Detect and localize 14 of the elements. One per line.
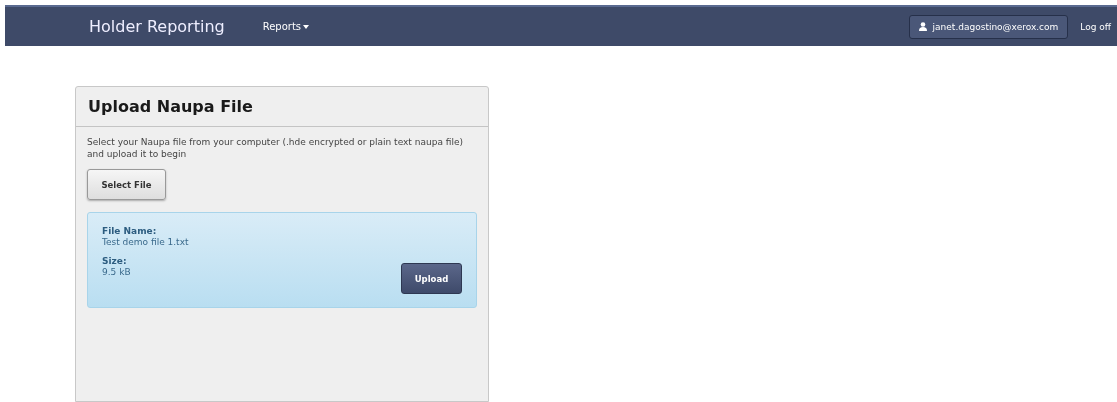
reports-menu[interactable]: Reports — [262, 21, 310, 32]
select-file-button[interactable]: Select File — [87, 169, 166, 200]
log-off-link[interactable]: Log off — [1080, 21, 1111, 32]
user-button[interactable]: janet.dagostino@xerox.com — [908, 14, 1069, 39]
file-name-value: Test demo file 1.txt — [102, 236, 190, 248]
file-name-label: File Name: — [102, 226, 158, 236]
panel-title: Upload Naupa File — [88, 97, 253, 116]
size-value: 9.5 kB — [102, 266, 132, 278]
user-icon — [918, 22, 927, 31]
app-title: Holder Reporting — [89, 17, 225, 36]
caret-icon — [303, 24, 310, 29]
size-label: Size: — [102, 256, 128, 266]
upload-button[interactable]: Upload — [401, 263, 462, 294]
instructions-text: Select your Naupa file from your computer (.hde encrypted or plain text naupa file) and upload it to begin — [87, 136, 464, 160]
